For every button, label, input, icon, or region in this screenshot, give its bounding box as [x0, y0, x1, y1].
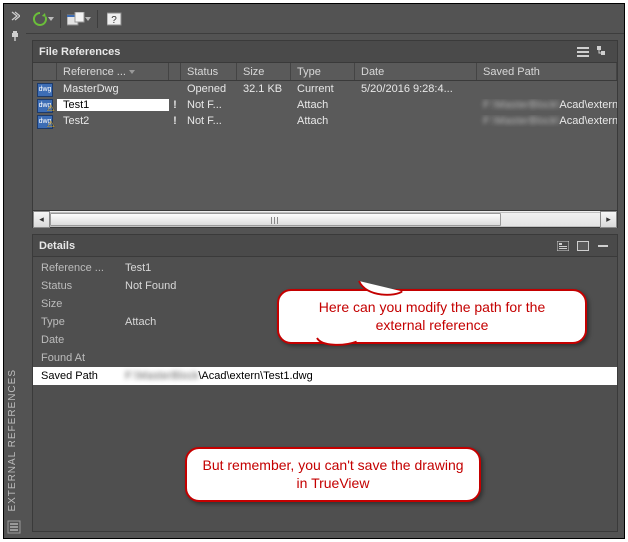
refresh-button[interactable] [32, 8, 54, 30]
table-row[interactable]: dwg Test1 ! Not F... Attach F:\MasterBlo… [33, 97, 617, 113]
panel-title: File References [39, 46, 120, 58]
dwg-warn-icon: dwg [37, 115, 53, 129]
sort-asc-icon [129, 70, 135, 74]
detail-row: Reference ... Test1 [33, 259, 617, 277]
redacted-text: F:\MasterBlock\ [483, 115, 559, 127]
palette-title: EXTERNAL REFERENCES [7, 369, 18, 512]
side-menu-icon[interactable] [7, 520, 21, 534]
toolbar-separator [97, 10, 98, 28]
detail-row: Found At [33, 349, 617, 367]
file-references-panel: File References Reference ... Status Siz… [32, 40, 618, 228]
list-view-icon[interactable] [575, 44, 591, 60]
panel-header: File References [33, 41, 617, 63]
svg-text:?: ? [111, 15, 117, 26]
dwg-warn-icon: dwg [37, 99, 53, 113]
scroll-left-icon[interactable]: ◂ [33, 211, 50, 228]
redacted-text: F:\MasterBlock [125, 370, 198, 382]
col-type: Type [291, 63, 355, 80]
table-row[interactable]: dwg MasterDwg Opened 32.1 KB Current 5/2… [33, 81, 617, 97]
attach-button[interactable] [67, 8, 91, 30]
col-size: Size [237, 63, 291, 80]
horizontal-scrollbar[interactable]: ◂ ▸ [33, 210, 617, 227]
chevron-down-icon [48, 17, 54, 21]
toolbar-separator [60, 10, 61, 28]
panel-title: Details [39, 240, 75, 252]
table-header[interactable]: Reference ... Status Size Type Date Save… [33, 63, 617, 81]
scroll-right-icon[interactable]: ▸ [600, 211, 617, 228]
warning-mark-icon: ! [173, 99, 177, 111]
details-panel: Details Reference ... Test1 [32, 234, 618, 532]
table-row[interactable]: dwg Test2 ! Not F... Attach F:\MasterBlo… [33, 113, 617, 129]
toolbar: ? [26, 4, 624, 34]
annotation-callout: But remember, you can't save the drawing… [185, 447, 481, 502]
help-button[interactable]: ? [104, 8, 126, 30]
col-date: Date [355, 63, 477, 80]
callout-tail-icon [317, 338, 327, 348]
callout-tail-icon [379, 285, 389, 295]
warning-mark-icon: ! [173, 115, 177, 127]
dwg-icon: dwg [37, 83, 53, 97]
col-path: Saved Path [477, 63, 617, 80]
scroll-track[interactable] [50, 212, 600, 227]
side-pin-icon[interactable] [7, 28, 23, 44]
redacted-text: F:\MasterBlock\ [483, 99, 559, 111]
scroll-thumb[interactable] [50, 213, 501, 226]
col-name: Reference ... [57, 63, 169, 80]
details-card-icon[interactable] [555, 238, 571, 254]
saved-path-field[interactable]: F:\MasterBlock\Acad\extern\Test1.dwg [121, 370, 617, 382]
side-arrow-right-icon[interactable] [7, 8, 23, 24]
annotation-callout: Here can you modify the path for the ext… [277, 289, 587, 344]
table-body[interactable]: dwg MasterDwg Opened 32.1 KB Current 5/2… [33, 81, 617, 210]
side-strip: EXTERNAL REFERENCES [4, 4, 26, 538]
preview-icon[interactable] [575, 238, 591, 254]
panel-header: Details [33, 235, 617, 257]
detail-row-saved-path[interactable]: Saved Path F:\MasterBlock\Acad\extern\Te… [33, 367, 617, 385]
chevron-down-icon [85, 17, 91, 21]
col-status: Status [181, 63, 237, 80]
tree-view-icon[interactable] [595, 44, 611, 60]
collapse-icon[interactable] [595, 238, 611, 254]
